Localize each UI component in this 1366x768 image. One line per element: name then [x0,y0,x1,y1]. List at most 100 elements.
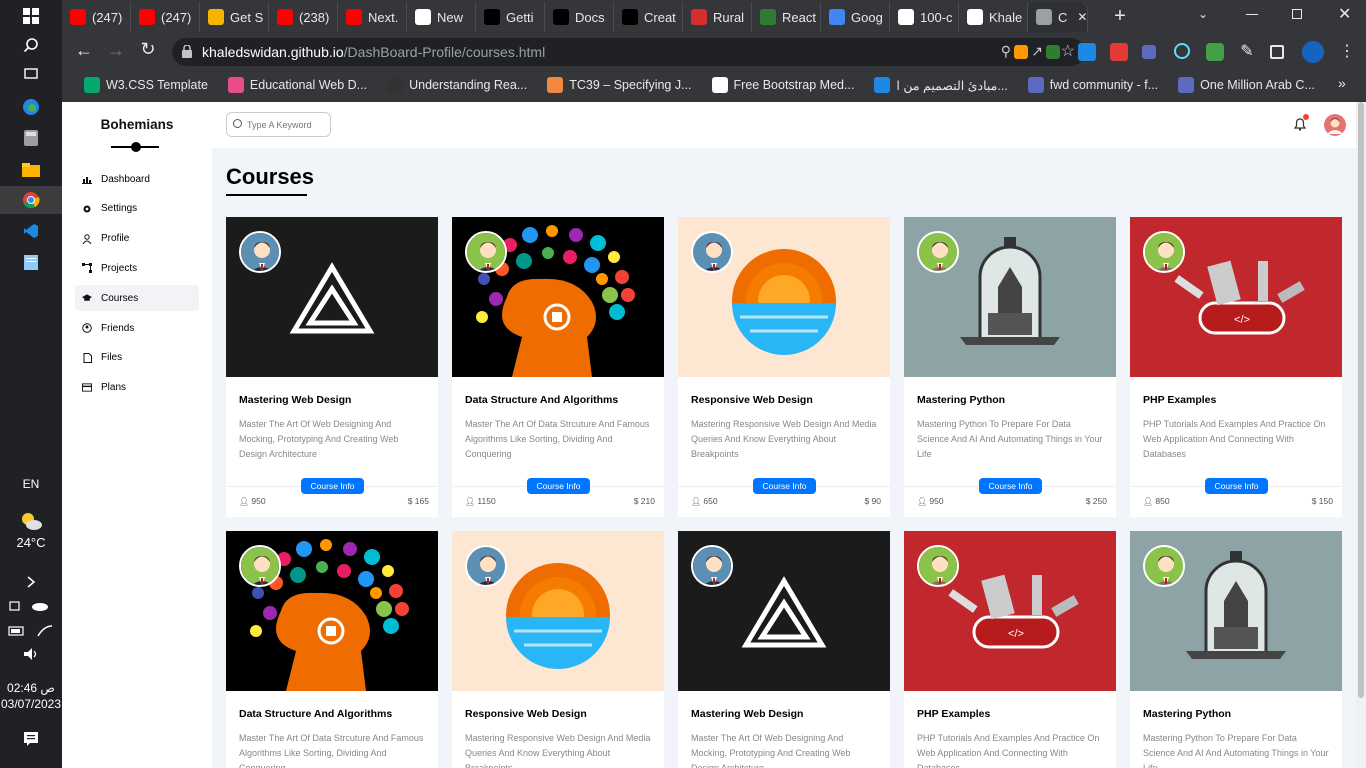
bookmark-item[interactable]: Free Bootstrap Med... [702,77,865,93]
sidebar-item-projects[interactable]: Projects [75,255,199,281]
edge-icon[interactable] [0,93,62,121]
react-devtools-icon[interactable] [1174,43,1190,59]
menu-kebab-icon[interactable]: ⋮ [1338,43,1356,61]
tab[interactable]: React [752,2,821,32]
forward-button[interactable]: → [100,40,132,61]
bookmark-star-icon[interactable]: ☆ [1061,41,1075,61]
course-card: Data Structure And Algorithms Master The … [452,217,664,517]
bookmark-item[interactable]: fwd community - f... [1018,77,1168,93]
reload-button[interactable]: ↻ [132,39,164,60]
search-icon[interactable] [0,31,62,59]
students-value: 950 [251,496,266,506]
restore-button[interactable] [1292,9,1302,19]
extension-green-icon[interactable] [1046,45,1060,59]
tab[interactable]: (247) [131,2,200,32]
vscode-icon[interactable] [0,217,62,245]
file-explorer-icon[interactable] [0,156,62,184]
students-count: 👤︎ 950 [239,496,266,506]
github-icon [967,9,983,25]
system-tray-icons[interactable] [0,592,62,620]
back-button[interactable]: ← [68,40,100,61]
side-panel-icon[interactable] [1270,45,1284,59]
course-card: Mastering Python Mastering Python To Prep… [904,217,1116,517]
course-description: PHP Tutorials And Examples And Practice … [1143,419,1326,459]
language-indicator[interactable]: EN [0,477,62,491]
lock-icon[interactable] [182,45,192,58]
minimize-button[interactable] [1246,14,1258,15]
course-info-button[interactable]: Course Info [979,478,1042,494]
close-window-button[interactable]: ✕ [1338,4,1351,24]
extensions-puzzle-icon[interactable]: ✎ [1238,43,1256,61]
tab[interactable]: Docs [545,2,614,32]
course-info-button[interactable]: Course Info [753,478,816,494]
tab[interactable]: Creat [614,2,683,32]
clock-date[interactable]: 03/07/2023 [0,697,62,711]
profile-avatar-icon[interactable] [1302,41,1324,63]
tab[interactable]: Rural [683,2,752,32]
zoom-icon[interactable]: ⚲ [1001,43,1011,60]
tab[interactable]: 100-c [890,2,959,32]
bookmark-item[interactable]: W3.CSS Template [74,77,218,93]
sidebar-item-friends[interactable]: Friends [75,315,199,341]
tab[interactable]: (247) [62,2,131,32]
bookmark-item[interactable]: Understanding Rea... [377,77,537,93]
extension-play-icon[interactable] [1110,43,1128,61]
tab-label: Next. [368,9,399,25]
bookmark-label: Educational Web D... [249,78,368,92]
weather-icon[interactable] [0,507,62,535]
clock-time[interactable]: 02:46 ص [0,681,62,695]
scrollbar[interactable] [1356,102,1366,768]
bookmark-item[interactable]: مبادئ التصميم من ا... [864,77,1017,93]
calculator-icon[interactable] [0,124,62,152]
notifications-icon[interactable] [0,725,62,753]
sidebar-item-courses[interactable]: Courses [75,285,199,312]
sidebar-item-plans[interactable]: Plans [75,375,199,401]
bookmark-item[interactable]: Educational Web D... [218,77,377,93]
windows-start-icon[interactable] [0,2,62,30]
bookmark-item[interactable]: One Million Arab C... [1168,77,1325,93]
sidebar-item-settings[interactable]: Settings [75,196,199,222]
nextjs-icon [622,9,638,25]
extension-shield-icon[interactable] [1206,43,1224,61]
course-info-button[interactable]: Course Info [1205,478,1268,494]
tab[interactable]: Khale [959,2,1028,32]
svg-text:</>: </> [1234,314,1250,326]
instructor-avatar [1143,545,1185,587]
course-info-button[interactable]: Course Info [527,478,590,494]
new-tab-button[interactable]: + [1110,6,1130,26]
address-bar[interactable]: khaledswidan.github.io/DashBoard-Profile… [172,38,1085,66]
youtube-icon [346,9,362,25]
share-icon[interactable]: ↗ [1031,43,1043,60]
students-value: 650 [703,496,718,506]
sidebar-item-files[interactable]: Files [75,345,199,371]
sidebar-item-label: Files [101,352,123,364]
bookmarks-overflow-icon[interactable]: » [1338,75,1346,91]
chrome-icon[interactable] [0,186,62,214]
sidebar-item-dashboard[interactable]: Dashboard [75,166,199,192]
extension-s-icon[interactable] [1078,43,1096,61]
close-tab-icon[interactable]: ✕ [1077,10,1087,24]
tab-search-icon[interactable]: ⌄ [1198,7,1208,21]
tab[interactable]: (238) [269,2,338,32]
notepad-icon[interactable] [0,248,62,276]
tab[interactable]: Get S [200,2,269,32]
tab[interactable]: Goog [821,2,890,32]
tab[interactable]: New [407,2,476,32]
course-card: Mastering Web Design Master The Art Of We… [678,531,890,768]
user-avatar[interactable] [1324,114,1346,136]
tab[interactable]: Next. [338,2,407,32]
bookmark-favicon-icon [387,77,404,93]
task-view-icon[interactable] [0,60,62,88]
tab[interactable]: Getti [476,2,545,32]
extension-pen-icon[interactable] [1142,45,1156,59]
sidebar-item-profile[interactable]: Profile [75,226,199,252]
search-input[interactable]: Type A Keyword [226,112,331,137]
github-icon [898,9,914,25]
bookmark-item[interactable]: TC39 – Specifying J... [537,77,701,93]
tab-label: Docs [575,9,605,25]
course-info-button[interactable]: Course Info [301,478,364,494]
tab-active[interactable]: C ✕ [1028,2,1088,32]
extension-key-icon[interactable] [1014,45,1028,59]
scrollbar-thumb[interactable] [1358,102,1364,698]
volume-icon[interactable] [0,640,62,668]
